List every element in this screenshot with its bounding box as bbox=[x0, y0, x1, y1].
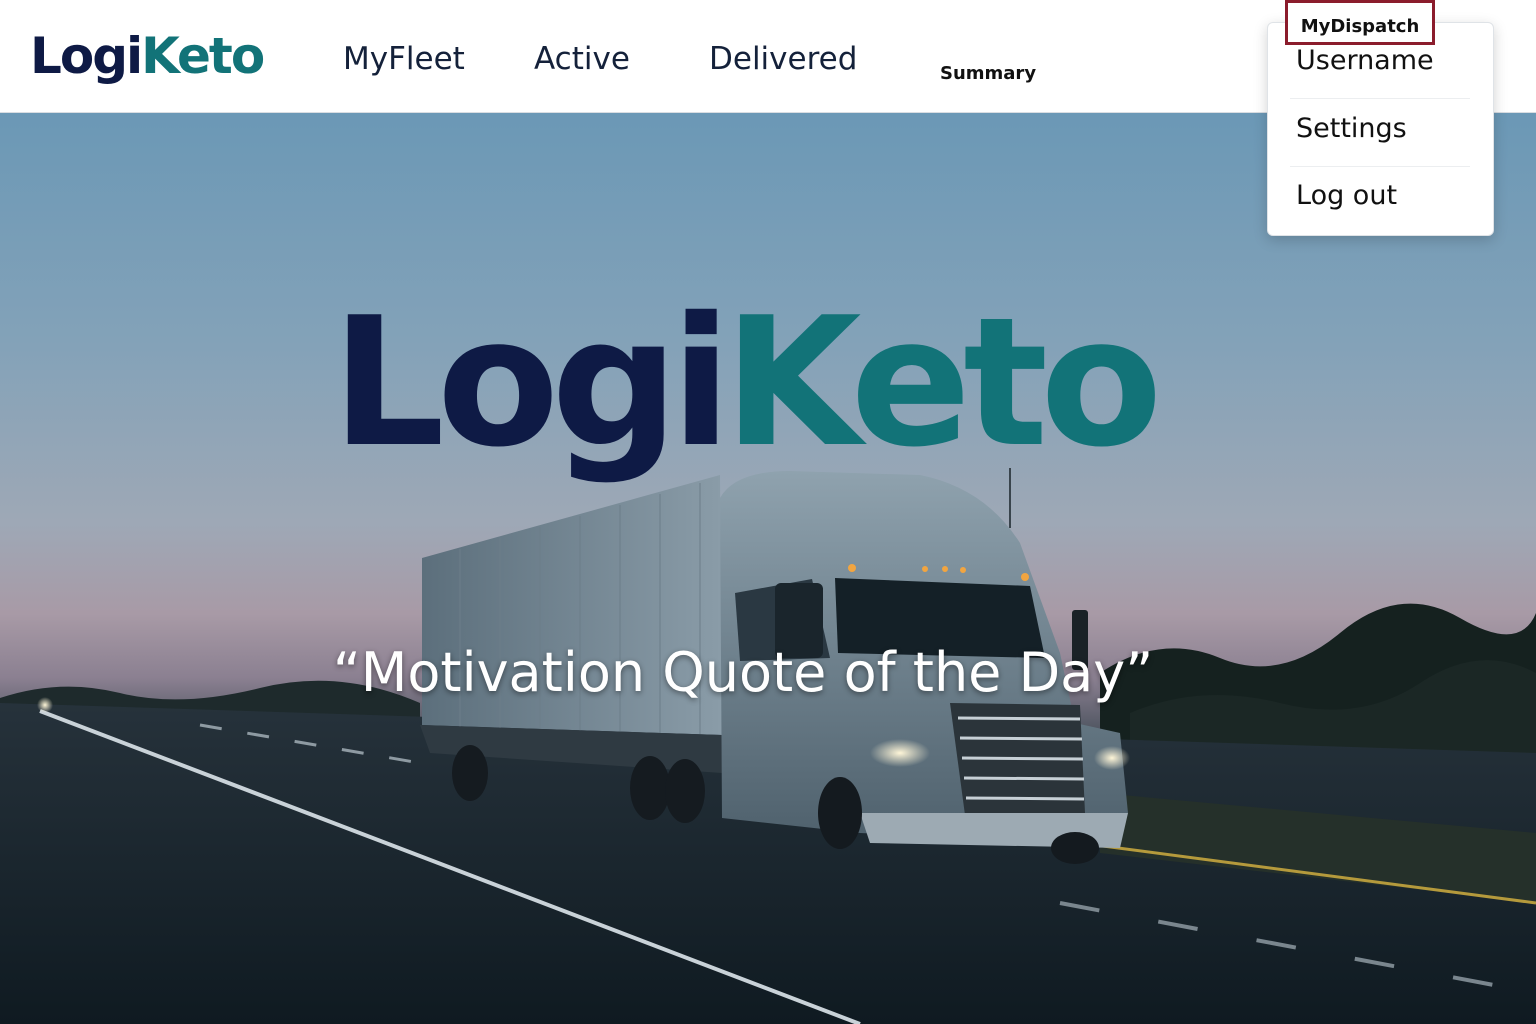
truck-on-highway-at-dusk-image bbox=[0, 468, 1536, 1024]
menu-item-settings[interactable]: Settings bbox=[1296, 109, 1468, 169]
menu-item-username[interactable]: Username bbox=[1296, 41, 1468, 101]
brand-logo-part1: Logi bbox=[30, 27, 143, 85]
mydispatch-menu-button[interactable]: MyDispatch bbox=[1285, 0, 1435, 45]
menu-divider bbox=[1290, 98, 1470, 99]
menu-divider bbox=[1290, 166, 1470, 167]
account-dropdown-menu: Username Settings Log out bbox=[1267, 22, 1494, 236]
hero-logo-part2: Keto bbox=[723, 279, 1163, 486]
brand-logo-link[interactable]: LogiKeto bbox=[30, 26, 265, 86]
hero-logo: LogiKeto bbox=[0, 283, 1536, 483]
hero-logo-part1: Logi bbox=[331, 279, 731, 486]
motivation-quote: “Motivation Quote of the Day” bbox=[332, 641, 1154, 704]
nav-active[interactable]: Active bbox=[534, 40, 630, 78]
nav-myfleet[interactable]: MyFleet bbox=[343, 40, 465, 78]
nav-summary[interactable]: Summary bbox=[940, 63, 1036, 85]
hero-banner: LogiKeto “Motivation Quote of the Day” bbox=[0, 113, 1536, 1024]
menu-item-logout[interactable]: Log out bbox=[1296, 176, 1468, 236]
brand-logo-part2: Keto bbox=[141, 27, 265, 85]
nav-delivered[interactable]: Delivered bbox=[709, 40, 857, 78]
